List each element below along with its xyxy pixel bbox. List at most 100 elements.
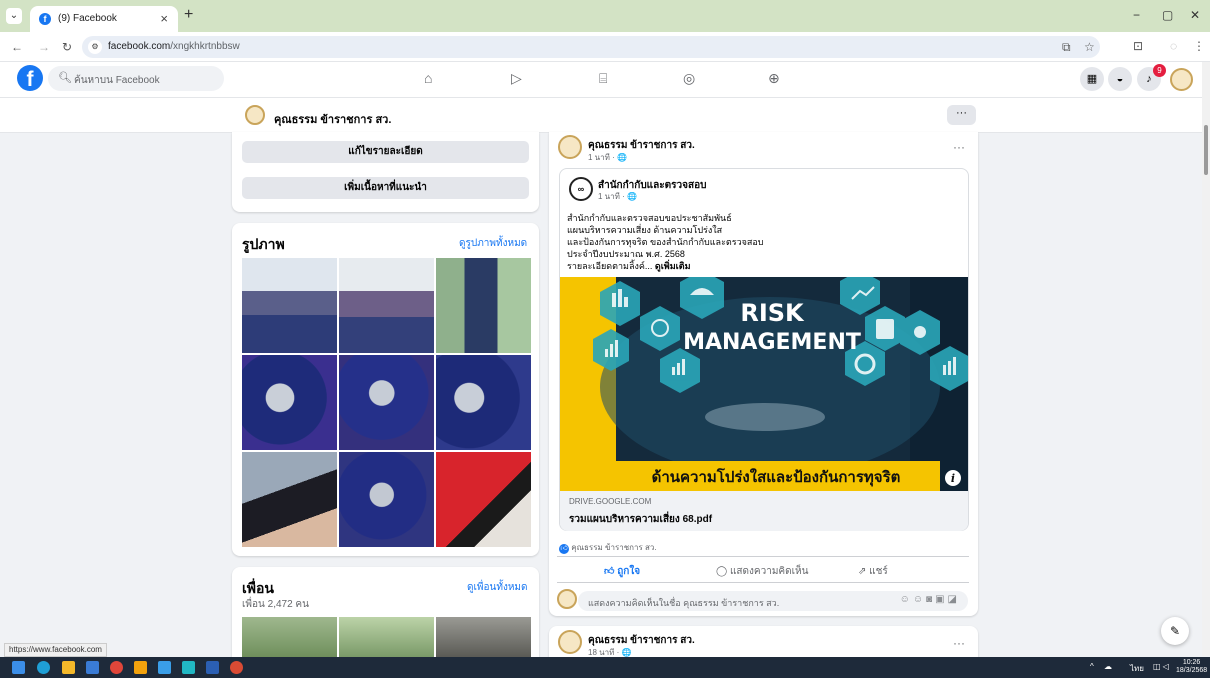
account-avatar[interactable]	[1170, 68, 1193, 91]
comment-button[interactable]: ◯ แสดงความคิดเห็น	[716, 564, 808, 579]
photo-9[interactable]	[436, 452, 531, 547]
intro-card: แก้ไขรายละเอียด เพิ่มเนื้อหาที่แนะนำ	[232, 132, 539, 212]
app-icon[interactable]	[134, 661, 147, 674]
chrome-icon[interactable]	[110, 661, 123, 674]
link-title: รวมแผนบริหารความเสี่ยง 68.pdf	[569, 514, 713, 525]
sticker-icon[interactable]: ◪	[948, 594, 960, 605]
camera-icon[interactable]: ◙	[926, 594, 935, 605]
gaming-icon[interactable]: ⊕	[768, 70, 780, 87]
reload-icon[interactable]: ↻	[62, 40, 72, 54]
app-icon[interactable]	[158, 661, 171, 674]
shared-timestamp[interactable]: 1 นาที · 🌐	[598, 190, 637, 203]
minimize-button[interactable]: −	[1133, 8, 1140, 22]
photo-7[interactable]	[242, 452, 337, 547]
site-info-icon[interactable]: ⚙	[88, 40, 102, 54]
extensions-icon[interactable]: ⊡	[1133, 39, 1143, 53]
friends-count: เพื่อน 2,472 คน	[242, 599, 309, 610]
marketplace-icon[interactable]: ⌸	[599, 70, 607, 87]
speaker-icon[interactable]: ◫ ◁	[1153, 662, 1169, 671]
tab-close-icon[interactable]: ×	[160, 11, 168, 26]
chrome-profile-icon[interactable]	[230, 661, 243, 674]
see-more-link[interactable]: ดูเพิ่มเติม	[655, 261, 691, 271]
friend-photo-1[interactable]	[242, 617, 337, 657]
photo-1[interactable]	[242, 258, 337, 353]
edit-details-button[interactable]: แก้ไขรายละเอียด	[242, 141, 529, 163]
forward-arrow-icon[interactable]: →	[38, 40, 50, 54]
post-author-avatar[interactable]	[558, 135, 582, 159]
app-icon[interactable]	[182, 661, 195, 674]
install-app-icon[interactable]: ⧉	[1062, 40, 1071, 55]
share-button[interactable]: ⇗ แชร์	[858, 564, 888, 579]
facebook-search-input[interactable]: 🔍︎ ค้นหาบน Facebook	[48, 66, 224, 91]
comment-tools: ☺☺◙▣◪	[900, 594, 960, 605]
tray-chevron-icon[interactable]: ^	[1090, 662, 1094, 671]
emoji-icon[interactable]: ☺	[913, 594, 926, 605]
back-arrow-icon[interactable]: ←	[11, 40, 23, 54]
post2-author-avatar[interactable]	[558, 630, 582, 654]
url-text: facebook.com/xngkhkrtnbbsw	[108, 41, 240, 52]
facebook-favicon-icon: f	[39, 13, 51, 25]
file-explorer-icon[interactable]	[62, 661, 75, 674]
avatar-sticker-icon[interactable]: ☺	[900, 594, 913, 605]
search-icon: 🔍︎	[58, 72, 72, 84]
photo-2[interactable]	[339, 258, 434, 353]
close-window-button[interactable]: ✕	[1190, 8, 1200, 22]
facebook-logo[interactable]: f	[17, 65, 43, 91]
browser-menu-icon[interactable]: ⋮	[1193, 39, 1205, 53]
divider	[557, 582, 969, 583]
page-more-button[interactable]: ···	[947, 105, 976, 125]
store-icon[interactable]	[86, 661, 99, 674]
reaction-summary[interactable]: 👍︎ คุณธรรม ข้าราชการ สว.	[559, 541, 657, 554]
post2-more-button[interactable]: ···	[953, 636, 965, 650]
shared-author-avatar[interactable]: ∞	[569, 177, 593, 201]
friend-photo-2[interactable]	[339, 617, 434, 657]
photo-3[interactable]	[436, 258, 531, 353]
video-icon[interactable]: ▷	[511, 70, 522, 87]
comment-placeholder: แสดงความคิดเห็นในชื่อ คุณธรรม ข้าราชการ …	[588, 598, 780, 608]
add-featured-button[interactable]: เพิ่มเนื้อหาที่แนะนำ	[242, 177, 529, 199]
like-button[interactable]: 👍︎ ถูกใจ	[604, 564, 640, 579]
link-preview-image[interactable]: RISK MANAGEMENT ด้านความโปร่งใสและป้องกั…	[560, 277, 968, 491]
new-tab-button[interactable]: +	[184, 6, 193, 24]
scrollbar-thumb[interactable]	[1204, 125, 1208, 175]
post-body-line: รายละเอียดตามลิ้งค์... ดูเพิ่มเติม	[567, 261, 691, 271]
page-name[interactable]: คุณธรรม ข้าราชการ สว.	[274, 110, 391, 128]
photo-5[interactable]	[339, 355, 434, 450]
comment-input[interactable]: แสดงความคิดเห็นในชื่อ คุณธรรม ข้าราชการ …	[578, 591, 968, 611]
messenger-icon[interactable]: ◒	[1108, 67, 1132, 91]
groups-icon[interactable]: ◎	[683, 70, 695, 87]
friends-card: เพื่อน ดูเพื่อนทั้งหมด เพื่อน 2,472 คน	[232, 567, 539, 667]
word-icon[interactable]	[206, 661, 219, 674]
photo-8[interactable]	[339, 452, 434, 547]
page-avatar[interactable]	[245, 105, 265, 125]
photos-title: รูปภาพ	[242, 236, 285, 252]
browser-tab-facebook[interactable]: f (9) Facebook ×	[30, 6, 178, 32]
friend-photo-3[interactable]	[436, 617, 531, 657]
friends-see-all-link[interactable]: ดูเพื่อนทั้งหมด	[467, 580, 528, 595]
tab-search-chevron-icon[interactable]: ⌄	[6, 8, 22, 24]
link-preview-footer[interactable]: DRIVE.GOOGLE.COM รวมแผนบริหารความเสี่ยง …	[560, 491, 968, 531]
photo-4[interactable]	[242, 355, 337, 450]
post-timestamp[interactable]: 1 นาที · 🌐	[588, 151, 627, 164]
profile-browser-icon[interactable]: ◌	[1170, 39, 1177, 53]
photo-6[interactable]	[436, 355, 531, 450]
start-windows-icon[interactable]	[12, 661, 25, 674]
language-indicator[interactable]: ไทย	[1130, 662, 1144, 675]
photos-see-all-link[interactable]: ดูรูปภาพทั้งหมด	[459, 236, 527, 251]
new-message-button[interactable]: ✎	[1161, 617, 1189, 645]
address-bar[interactable]: ⚙ facebook.com/xngkhkrtnbbsw ☆ ⧉	[82, 36, 1100, 58]
edge-browser-icon[interactable]	[37, 661, 50, 674]
clock[interactable]: 10:26 18/3/2568	[1176, 659, 1207, 675]
post-more-button[interactable]: ···	[953, 140, 965, 154]
menu-grid-icon[interactable]: ▦	[1080, 67, 1104, 91]
gif-icon[interactable]: ▣	[935, 594, 947, 605]
network-icon[interactable]: ☁	[1104, 662, 1112, 671]
commenter-avatar[interactable]	[557, 589, 577, 609]
windows-taskbar: ^ ☁ ไทย ◫ ◁ 10:26 18/3/2568	[0, 657, 1210, 678]
info-icon[interactable]: i	[951, 472, 955, 485]
home-icon[interactable]: ⌂	[424, 70, 432, 86]
shared-post[interactable]: ∞ สำนักกำกับและตรวจสอบ 1 นาที · 🌐 สำนักก…	[559, 168, 969, 531]
bookmark-star-icon[interactable]: ☆	[1084, 40, 1095, 54]
restore-button[interactable]: ▢	[1162, 8, 1173, 22]
compose-icon: ✎	[1169, 624, 1181, 638]
